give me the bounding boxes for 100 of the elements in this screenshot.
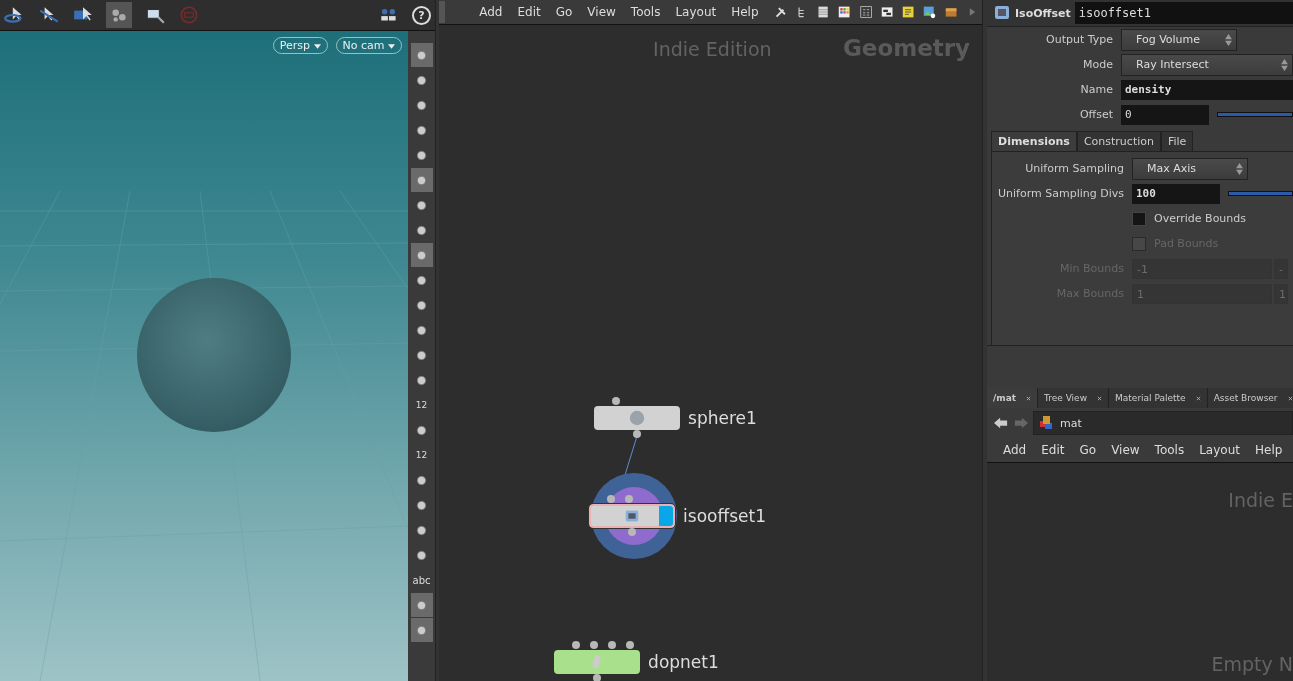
tool-button[interactable] [410, 43, 433, 67]
dropdown[interactable]: Ray Intersect [1121, 53, 1293, 76]
menu-item[interactable]: Help [725, 5, 766, 19]
node-type-label: IsoOffset [1015, 6, 1071, 20]
tool-button[interactable] [410, 168, 433, 192]
circle-icon [415, 323, 428, 337]
slider-track[interactable] [1228, 191, 1293, 196]
circle-icon [415, 223, 428, 237]
menu-item[interactable]: Tools [624, 5, 668, 19]
tab[interactable]: Construction [1076, 131, 1161, 151]
menu-item[interactable]: Help [1248, 443, 1290, 457]
close-icon[interactable] [1097, 395, 1103, 401]
dropdown[interactable]: Max Axis [1132, 157, 1248, 180]
caret-icon [388, 44, 395, 49]
checkbox[interactable] [1132, 211, 1146, 226]
menu-item[interactable]: Tools [1148, 443, 1192, 457]
menu-item[interactable]: Go [549, 5, 580, 19]
circle-icon [415, 148, 428, 162]
tab[interactable]: Dimensions [991, 131, 1077, 151]
circle-icon [415, 73, 428, 87]
output-port[interactable] [628, 528, 637, 536]
tool-button[interactable]: 12 [410, 393, 433, 417]
text-field[interactable]: density [1121, 79, 1293, 100]
checkbox-label: Override Bounds [1154, 212, 1247, 225]
node-name: sphere1 [688, 408, 757, 428]
menu-item[interactable]: Add [997, 443, 1034, 457]
menu-item[interactable]: View [581, 5, 623, 19]
circle-icon [415, 473, 428, 487]
scroll-handle[interactable] [439, 1, 446, 23]
close-icon[interactable] [1195, 395, 1201, 401]
circle-icon [415, 298, 428, 312]
parameter-label: Output Type [1045, 33, 1113, 46]
circle-icon [415, 123, 428, 137]
parameter-label: Mode [1082, 58, 1113, 71]
circle-icon [415, 48, 428, 62]
parameter-label: Name [1079, 83, 1113, 96]
menu-item[interactable]: Edit [511, 5, 548, 19]
circle-icon [415, 98, 428, 112]
dropdown[interactable]: Fog Volume [1121, 28, 1237, 51]
number-field[interactable]: 0 [1121, 104, 1209, 125]
tool-button[interactable] [410, 243, 433, 267]
circle-icon [415, 198, 428, 212]
output-port[interactable] [633, 430, 642, 438]
circle-icon [415, 248, 428, 262]
node-type-icon[interactable] [993, 4, 1011, 22]
circle-icon [415, 498, 428, 512]
circle-icon [415, 548, 428, 562]
circle-icon [415, 348, 428, 362]
menu-item[interactable]: View [1105, 443, 1147, 457]
window-icon[interactable] [880, 4, 894, 20]
node-tile[interactable] [594, 406, 681, 430]
path-field[interactable]: mat [1033, 411, 1293, 435]
parameter-label: Uniform Sampling [1024, 162, 1124, 175]
output-port[interactable] [593, 674, 602, 681]
back-arrow-icon[interactable] [993, 416, 1009, 430]
tab[interactable]: File [1160, 131, 1194, 151]
node-tile[interactable] [554, 650, 641, 674]
tool-button[interactable] [410, 618, 433, 642]
node-name: dopnet1 [648, 652, 719, 672]
zoom-icon[interactable] [144, 6, 166, 24]
parameter-label: Offset [1078, 108, 1113, 121]
number-field[interactable]: 100 [1132, 183, 1220, 204]
list-icon[interactable] [817, 4, 830, 20]
circle-icon [415, 273, 428, 287]
circle-icon [415, 423, 428, 437]
wrench-icon[interactable] [774, 4, 787, 20]
close-icon[interactable] [1026, 395, 1032, 401]
image-icon[interactable] [923, 4, 936, 20]
palette-icon[interactable] [838, 4, 851, 20]
node-name-field[interactable]: isooffset1 [1074, 2, 1293, 24]
menu-item[interactable]: Go [1073, 443, 1104, 457]
help-button[interactable]: ? [412, 5, 431, 25]
up-down-arrows-icon [1236, 162, 1243, 175]
menu-item[interactable]: Edit [1035, 443, 1072, 457]
circle-icon [415, 373, 428, 387]
tool-button[interactable]: abc [410, 568, 433, 592]
caret-icon [313, 44, 321, 49]
slider-track[interactable] [1217, 112, 1293, 117]
nodes-icon[interactable] [106, 2, 132, 28]
node-name: isooffset1 [683, 506, 766, 526]
grid-icon[interactable] [859, 4, 872, 20]
pane-tab[interactable]: /mat [987, 388, 1039, 408]
ball-icon [628, 409, 647, 427]
menu-item[interactable]: Layout [1193, 443, 1247, 457]
up-down-arrows-icon [1281, 58, 1288, 71]
up-down-arrows-icon [1225, 33, 1232, 46]
node-tile[interactable] [589, 504, 676, 528]
circle-icon [415, 598, 428, 612]
menu-item[interactable]: Add [473, 5, 510, 19]
note-icon[interactable] [902, 4, 915, 20]
cubes-icon [1038, 415, 1054, 431]
circle-icon [415, 523, 428, 537]
menu-item[interactable]: Layout [669, 5, 724, 19]
input-port[interactable] [612, 397, 621, 405]
circle-icon [415, 173, 428, 187]
parameter-label: Uniform Sampling Divs [997, 187, 1124, 200]
tool-button[interactable] [410, 593, 433, 617]
close-icon[interactable] [1287, 395, 1293, 401]
cursor-icon[interactable] [38, 6, 60, 24]
tool-button[interactable]: 12 [410, 443, 433, 467]
